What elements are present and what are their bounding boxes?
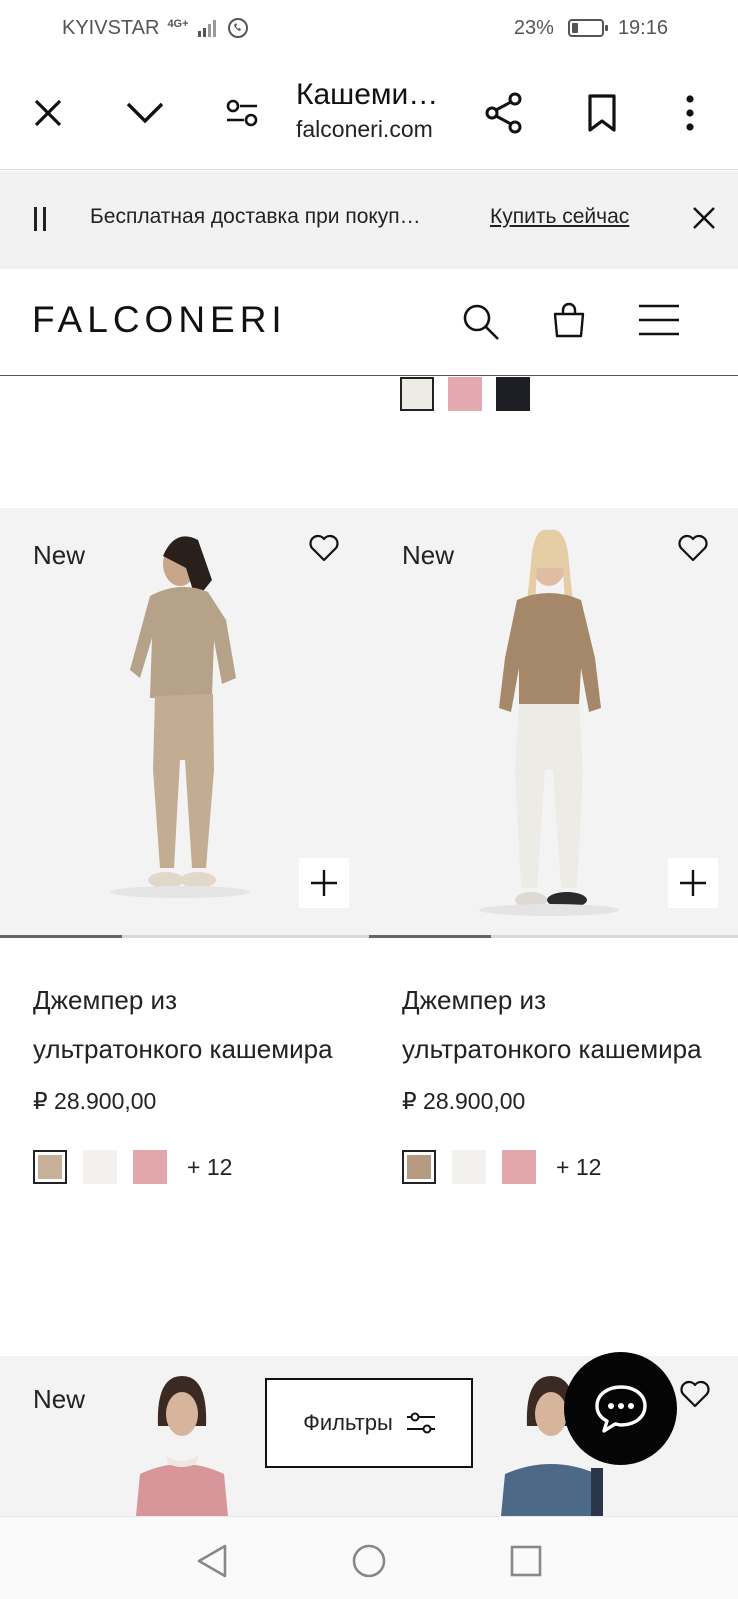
product-price: ₽ 28.900,00	[402, 1088, 526, 1114]
home-button[interactable]	[345, 1537, 393, 1585]
carousel-progress-fill	[369, 935, 491, 938]
wishlist-button[interactable]	[680, 1380, 710, 1413]
chat-bubble-icon	[594, 1384, 647, 1433]
carrier-name: KYIVSTAR	[62, 16, 160, 39]
heart-icon	[309, 534, 339, 562]
clock: 19:16	[617, 16, 668, 39]
product-card[interactable]: New Джемпер из ультратонкого кашемира ₽ …	[0, 508, 369, 1184]
plus-icon	[311, 870, 337, 896]
color-swatch[interactable]	[133, 1150, 167, 1184]
color-swatch-selected[interactable]	[402, 1150, 436, 1184]
plus-icon	[680, 870, 706, 896]
network-type: 4G+	[167, 17, 189, 30]
site-header: FALCONERI	[0, 269, 738, 376]
recents-square-icon	[510, 1545, 542, 1577]
tab-domain: falconeri.com	[296, 116, 433, 142]
filter-sliders-icon	[406, 1412, 435, 1434]
previous-row-swatches	[400, 377, 530, 411]
chevron-down-icon	[126, 102, 164, 124]
heart-icon	[680, 1380, 710, 1408]
system-nav-bar	[0, 1516, 738, 1599]
chat-button[interactable]	[564, 1352, 677, 1465]
product-price: ₽ 28.900,00	[33, 1088, 157, 1114]
more-colors-count[interactable]: + 12	[556, 1154, 601, 1181]
more-colors-count[interactable]: + 12	[187, 1154, 232, 1181]
menu-button[interactable]	[636, 297, 682, 343]
color-swatch[interactable]	[400, 377, 434, 411]
product-image[interactable]: New	[0, 508, 369, 938]
image-carousel-progress	[0, 935, 369, 938]
site-logo[interactable]: FALCONERI	[32, 299, 287, 341]
wishlist-button[interactable]	[678, 534, 708, 567]
new-badge: New	[33, 540, 86, 570]
color-swatch[interactable]	[452, 1150, 486, 1184]
signal-icon	[197, 20, 216, 37]
quick-add-button[interactable]	[299, 858, 349, 908]
image-carousel-progress	[369, 935, 738, 938]
search-icon	[463, 304, 499, 340]
pause-icon[interactable]	[34, 207, 46, 231]
share-icon	[485, 92, 522, 134]
tab-info[interactable]: Кашеми… falconeri.com	[296, 78, 466, 143]
home-circle-icon	[352, 1544, 386, 1578]
color-swatch[interactable]	[448, 377, 482, 411]
close-icon	[693, 207, 715, 229]
color-swatches: + 12	[402, 1150, 705, 1184]
promo-banner: Бесплатная доставка при покуп… Купить се…	[0, 171, 738, 269]
status-bar: KYIVSTAR 4G+ 23% 19:16	[0, 0, 738, 56]
menu-icon	[639, 304, 679, 336]
color-swatches: + 12	[33, 1150, 336, 1184]
bookmark-icon	[588, 94, 616, 132]
page-settings-button[interactable]	[212, 83, 272, 143]
search-button[interactable]	[458, 299, 504, 345]
bookmark-button[interactable]	[572, 83, 632, 143]
page-settings-icon	[226, 99, 258, 127]
product-name[interactable]: Джемпер из ультратонкого кашемира	[402, 976, 705, 1074]
shopping-bag-icon	[553, 302, 585, 338]
back-triangle-icon	[197, 1544, 227, 1578]
carousel-progress-fill	[0, 935, 122, 938]
browser-toolbar: Кашеми… falconeri.com	[0, 56, 738, 170]
promo-close-button[interactable]	[692, 206, 716, 235]
heart-icon	[678, 534, 708, 562]
product-card[interactable]: New Джемпер из ультратонкого кашемира ₽ …	[369, 508, 738, 1184]
status-left: KYIVSTAR 4G+	[62, 17, 249, 40]
new-badge: New	[402, 540, 455, 570]
product-image[interactable]: New	[369, 508, 738, 938]
filters-button[interactable]: Фильтры	[265, 1378, 473, 1468]
tab-title: Кашеми…	[296, 78, 439, 111]
more-options-button[interactable]	[660, 83, 720, 143]
wishlist-button[interactable]	[309, 534, 339, 567]
share-button[interactable]	[474, 83, 534, 143]
minimize-button[interactable]	[115, 83, 175, 143]
battery-level	[571, 23, 579, 33]
filters-label: Фильтры	[303, 1410, 393, 1435]
close-tab-button[interactable]	[18, 83, 78, 143]
color-swatch[interactable]	[502, 1150, 536, 1184]
color-swatch[interactable]	[496, 377, 530, 411]
more-vertical-icon	[686, 95, 694, 131]
shop-now-link[interactable]: Купить сейчас	[490, 205, 629, 229]
product-name[interactable]: Джемпер из ультратонкого кашемира	[33, 976, 336, 1074]
status-right: 23% 19:16	[514, 17, 668, 40]
battery-percent: 23%	[513, 16, 554, 39]
color-swatch[interactable]	[83, 1150, 117, 1184]
quick-add-button[interactable]	[668, 858, 718, 908]
back-button[interactable]	[188, 1537, 236, 1585]
promo-text: Бесплатная доставка при покуп…	[90, 205, 421, 228]
color-swatch-selected[interactable]	[33, 1150, 67, 1184]
viber-icon	[227, 18, 248, 38]
cart-button[interactable]	[546, 297, 592, 343]
close-icon	[34, 99, 62, 127]
battery-icon	[567, 19, 608, 37]
recents-button[interactable]	[502, 1537, 550, 1585]
